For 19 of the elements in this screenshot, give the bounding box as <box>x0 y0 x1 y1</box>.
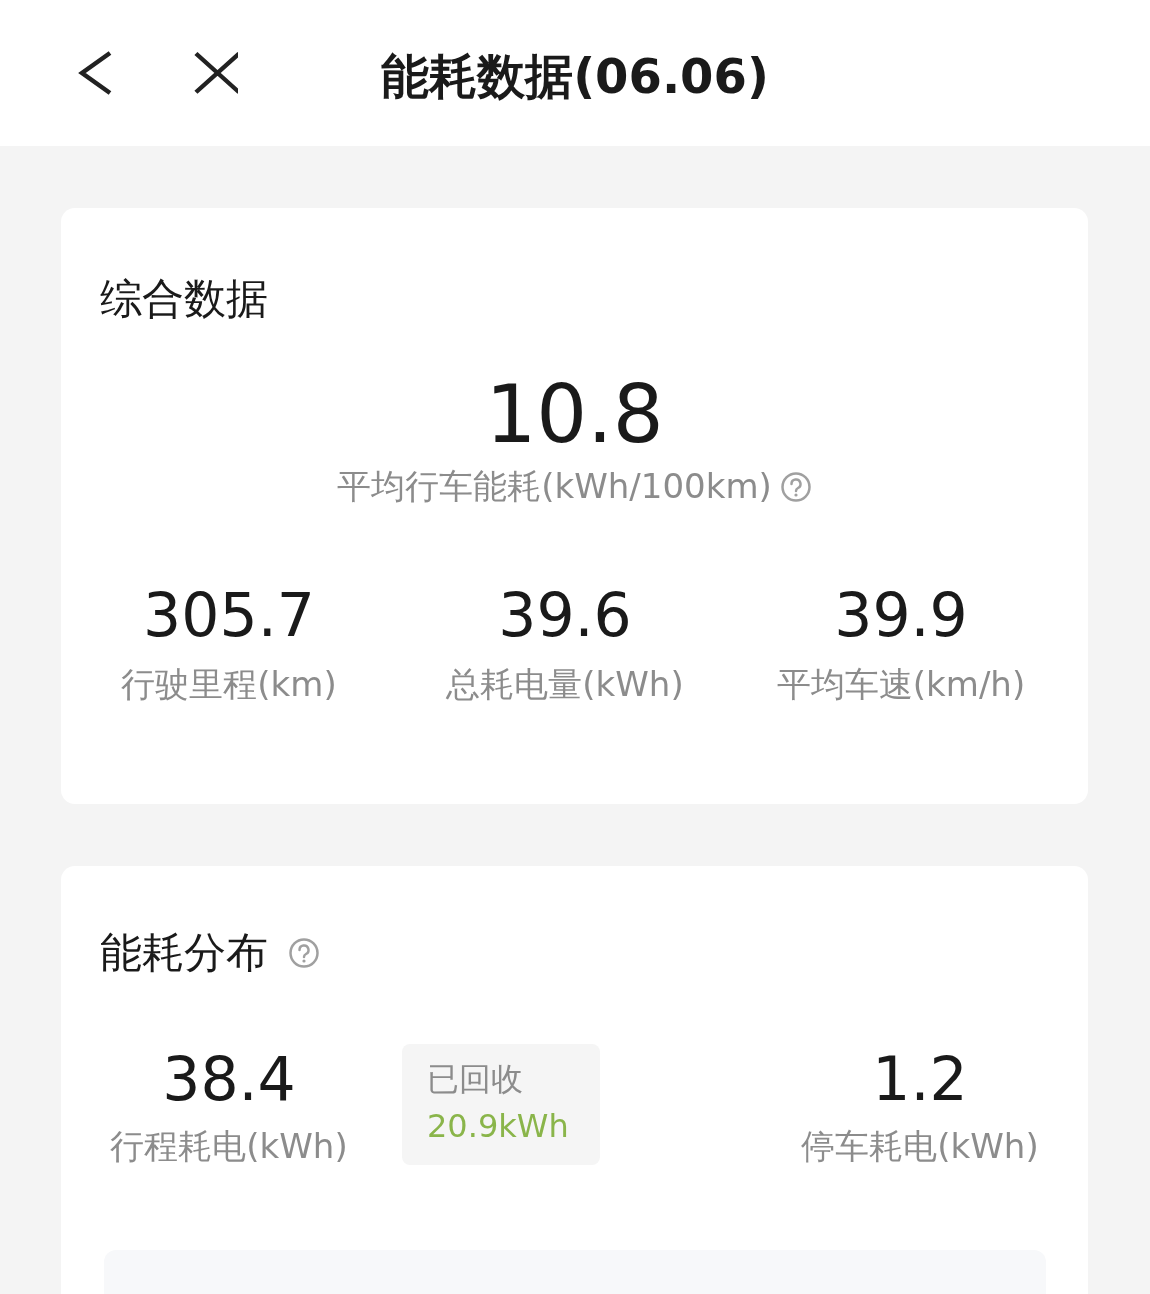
page-title: 能耗数据(06.06) <box>381 48 769 104</box>
card-title: 能耗分布 <box>100 932 268 974</box>
recovered-label: 已回收 <box>427 1059 524 1100</box>
stat-label: 停车耗电(kWh) <box>801 1125 1039 1168</box>
main-value: 10.8 <box>485 370 664 460</box>
help-icon[interactable] <box>288 937 320 969</box>
help-icon[interactable] <box>779 471 812 503</box>
stat-value: 38.4 <box>162 1044 296 1114</box>
recovered-value: 20.9kWh <box>427 1106 570 1147</box>
stat-value: 39.6 <box>498 580 632 650</box>
stat-label: 行驶里程(km) <box>121 663 337 706</box>
main-label: 平均行车能耗(kWh/100km) <box>337 465 772 508</box>
stat-value: 1.2 <box>872 1044 968 1114</box>
stat-label: 总耗电量(kWh) <box>446 663 684 706</box>
stat-label: 行程耗电(kWh) <box>110 1125 348 1168</box>
stat-value: 39.9 <box>834 580 968 650</box>
card-title: 综合数据 <box>100 278 268 320</box>
stat-label: 平均车速(km/h) <box>776 663 1026 706</box>
stat-value: 305.7 <box>143 580 315 650</box>
